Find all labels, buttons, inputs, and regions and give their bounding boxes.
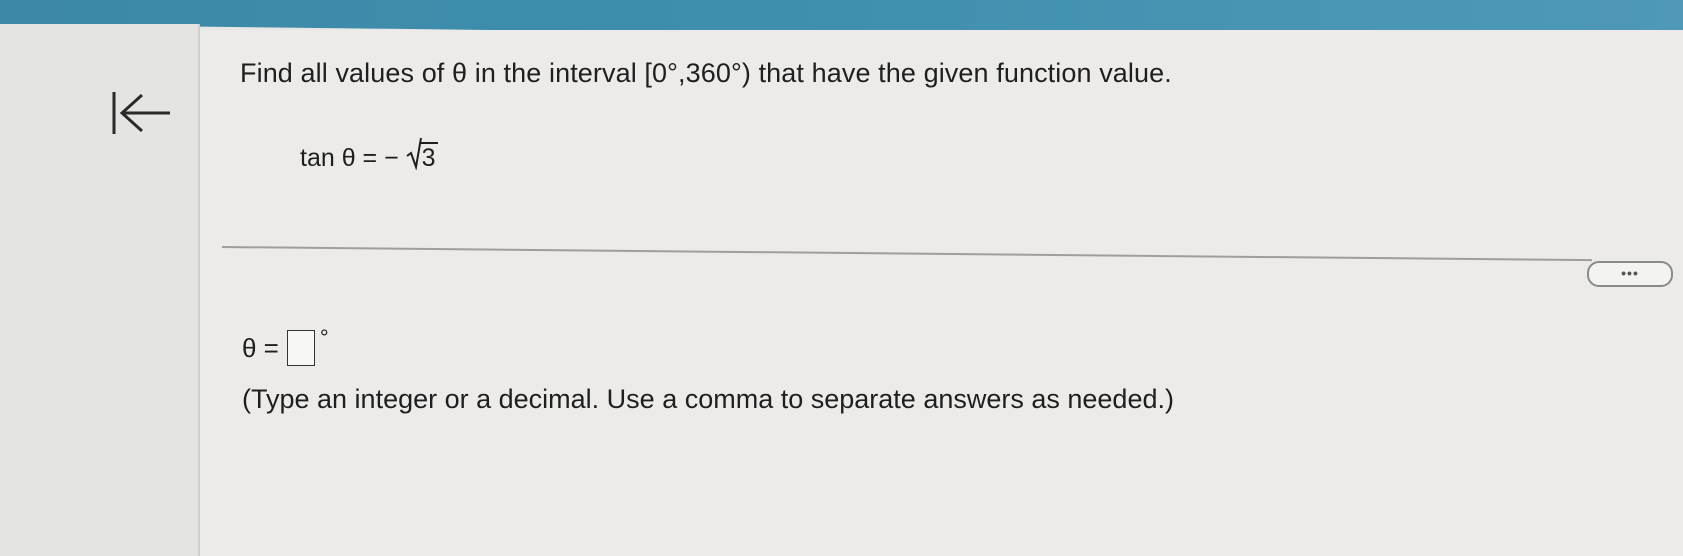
question-panel	[200, 30, 1683, 556]
function-equation: tan θ = − 3	[300, 137, 438, 173]
radicand: 3	[419, 142, 438, 172]
answer-variable-label: θ =	[242, 332, 279, 363]
question-prompt: Find all values of θ in the interval [0°…	[240, 58, 1172, 88]
radical-sign-icon	[406, 137, 422, 170]
expand-more-button[interactable]: •••	[1587, 261, 1673, 287]
back-to-start-button[interactable]	[108, 88, 172, 138]
degree-unit: °	[319, 325, 329, 350]
answer-instructions: (Type an integer or a decimal. Use a com…	[242, 384, 1174, 414]
answer-input[interactable]	[286, 330, 315, 366]
answer-row: θ = °	[242, 325, 329, 366]
first-page-arrow-icon	[112, 92, 170, 134]
square-root-expression: 3	[406, 137, 438, 173]
equation-lhs: tan θ = −	[300, 144, 399, 172]
